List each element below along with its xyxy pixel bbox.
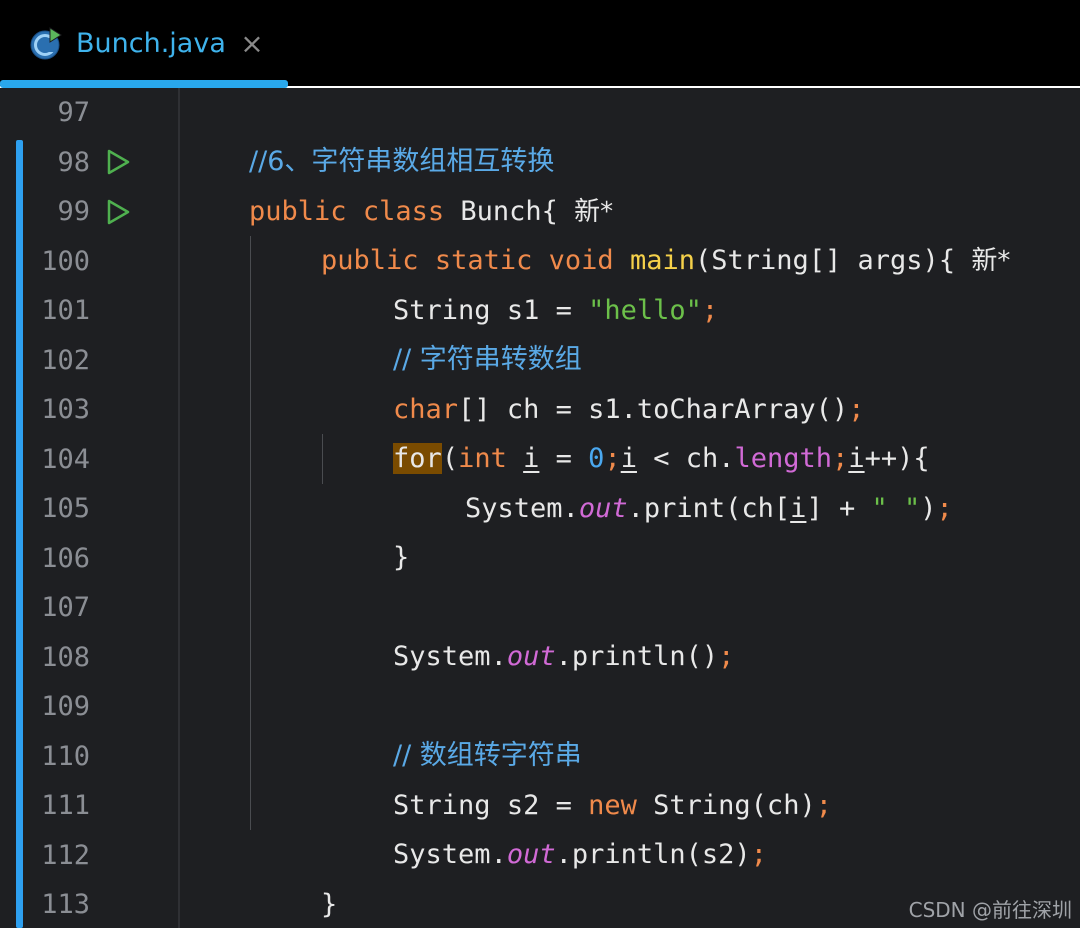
closing-brace: } (393, 542, 410, 573)
loop-variable: i (790, 492, 807, 524)
code-text: System. (465, 492, 579, 524)
tab-bunch-java[interactable]: Bunch.java × (0, 0, 288, 88)
watermark: CSDN @前往深圳 (908, 898, 1072, 922)
string-literal: " " (871, 492, 921, 524)
line-number: 109 (41, 691, 90, 722)
static-field: out (578, 492, 628, 524)
line-number: 102 (41, 344, 90, 376)
code-line-107[interactable]: System.out.println(); (328, 583, 734, 672)
code-text: ) (920, 492, 937, 524)
run-gutter-icon[interactable] (104, 198, 132, 226)
close-icon[interactable]: × (238, 24, 266, 64)
line-number: 107 (41, 592, 90, 623)
line-number: 100 (41, 245, 90, 277)
code-line-100[interactable]: String s1 = "hello"; (328, 237, 718, 326)
semicolon: ; (718, 641, 735, 672)
line-gutter: 97 98 99 100 101 102 103 104 105 106 107… (0, 88, 178, 928)
run-gutter-icon[interactable] (104, 148, 132, 176)
semicolon: ; (815, 789, 832, 821)
code-text: .print(ch[ (627, 492, 791, 524)
code-line-99[interactable]: public static void main(String[] args){ … (256, 187, 1010, 276)
vcs-change-marker[interactable] (16, 140, 23, 928)
semicolon: ; (701, 294, 719, 326)
code-line-111[interactable]: System.out.println(s2); (328, 781, 767, 870)
code-line-97[interactable]: //6、字符串数组相互转换 (184, 88, 554, 177)
code-editor[interactable]: 97 98 99 100 101 102 103 104 105 106 107… (0, 88, 1080, 928)
code-text: ] + (806, 492, 872, 524)
line-number: 113 (41, 889, 90, 920)
code-line-110[interactable]: String s2 = new String(ch); (328, 732, 832, 821)
static-field: out (506, 839, 556, 870)
indent-guide (322, 434, 323, 484)
line-number: 99 (57, 196, 90, 227)
static-field: out (506, 641, 556, 672)
line-number: 101 (41, 295, 90, 326)
line-number: 97 (57, 97, 90, 128)
code-line-102[interactable]: char[] ch = s1.toCharArray(); (328, 336, 864, 425)
line-number: 112 (41, 839, 90, 871)
code-line-113[interactable]: } (184, 880, 265, 928)
code-line-103[interactable]: for(int i = 0;i < ch.length;i++){ (328, 385, 930, 474)
tab-title: Bunch.java (76, 28, 226, 59)
gutter-separator (178, 88, 180, 928)
line-number: 103 (41, 394, 90, 425)
java-class-icon (30, 27, 62, 60)
line-number: 111 (41, 790, 90, 821)
closing-brace: } (321, 888, 338, 920)
line-number: 110 (41, 740, 90, 772)
semicolon: ; (750, 839, 767, 870)
semicolon: ; (936, 492, 953, 524)
line-number: 98 (57, 146, 90, 178)
editor-tab-bar: Bunch.java × (0, 0, 1080, 88)
new-code-marker[interactable]: 新* (971, 246, 1010, 276)
code-line-104[interactable]: System.out.print(ch[i] + " "); (400, 435, 953, 524)
code-line-98[interactable]: public class Bunch{ 新* (184, 138, 613, 227)
line-number: 108 (41, 641, 90, 673)
string-literal: "hello" (588, 294, 702, 326)
code-text: System. (393, 839, 507, 870)
line-number: 106 (41, 542, 90, 574)
code-text: System. (393, 641, 507, 672)
active-tab-indicator (0, 80, 288, 88)
code-line-109[interactable]: // 数组转字符串 (328, 682, 582, 771)
code-text: .println() (555, 641, 719, 672)
line-number: 105 (41, 493, 90, 524)
line-number: 104 (41, 443, 90, 475)
code-line-112[interactable]: } (256, 831, 337, 920)
indent-guide (250, 236, 251, 830)
code-text: .println(s2) (555, 839, 751, 870)
code-text: (String[] args){ (694, 245, 972, 276)
code-line-101[interactable]: // 字符串转数组 (328, 286, 582, 375)
code-line-105[interactable]: } (328, 484, 409, 573)
